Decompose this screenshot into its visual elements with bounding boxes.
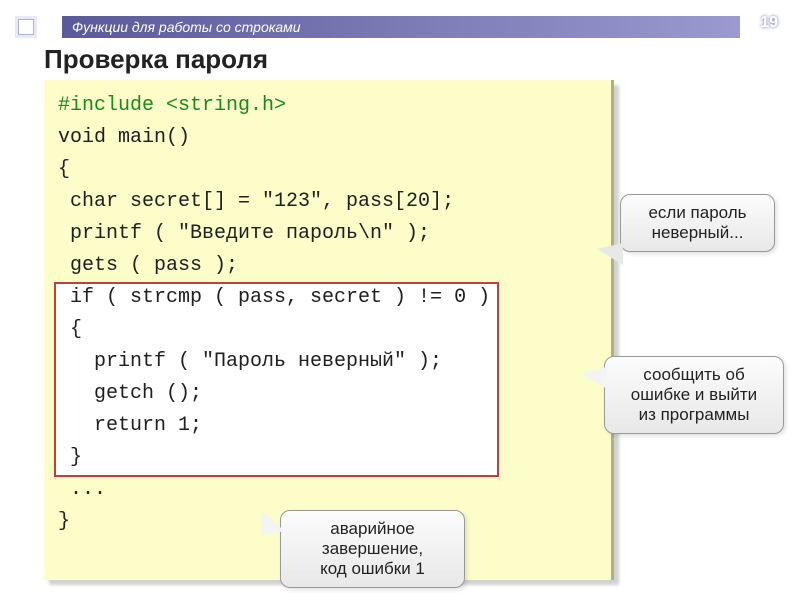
callout-tail <box>581 367 607 389</box>
callout-wrong-password: если пароль неверный... <box>620 194 775 252</box>
callout-text: аварийное <box>295 519 450 539</box>
slide-title: Проверка пароля <box>44 44 268 75</box>
callout-tail <box>597 243 623 265</box>
code-line: } <box>58 442 597 474</box>
code-line: { <box>58 314 597 346</box>
callout-text: сообщить об <box>619 365 769 385</box>
section-title: Функции для работы со строками <box>62 16 740 38</box>
callout-tail <box>257 507 284 534</box>
callout-error-code: аварийное завершение, код ошибки 1 <box>280 510 465 588</box>
callout-text: если пароль <box>635 203 760 223</box>
code-line: printf ( "Пароль неверный" ); <box>58 346 597 378</box>
slide-header: Функции для работы со строками <box>0 16 800 38</box>
code-line: { <box>58 154 597 186</box>
callout-report-exit: сообщить об ошибке и выйти из программы <box>604 356 784 434</box>
code-line: if ( strcmp ( pass, secret ) != 0 ) <box>58 282 597 314</box>
callout-text: неверный... <box>635 223 760 243</box>
code-line: return 1; <box>58 410 597 442</box>
code-line: char secret[] = "123", pass[20]; <box>58 186 597 218</box>
callout-text: код ошибки 1 <box>295 559 450 579</box>
code-line: printf ( "Введите пароль\n" ); <box>58 218 597 250</box>
code-line: #include <string.h> <box>58 90 597 122</box>
code-line: ... <box>58 474 597 506</box>
code-panel: #include <string.h> void main() { char s… <box>44 80 614 580</box>
code-line: void main() <box>58 122 597 154</box>
page-number: 19 <box>760 14 778 32</box>
callout-text: ошибке и выйти <box>619 385 769 405</box>
callout-text: завершение, <box>295 539 450 559</box>
header-decor-square <box>18 19 34 35</box>
code-line: gets ( pass ); <box>58 250 597 282</box>
code-line: getch (); <box>58 378 597 410</box>
callout-text: из программы <box>619 405 769 425</box>
